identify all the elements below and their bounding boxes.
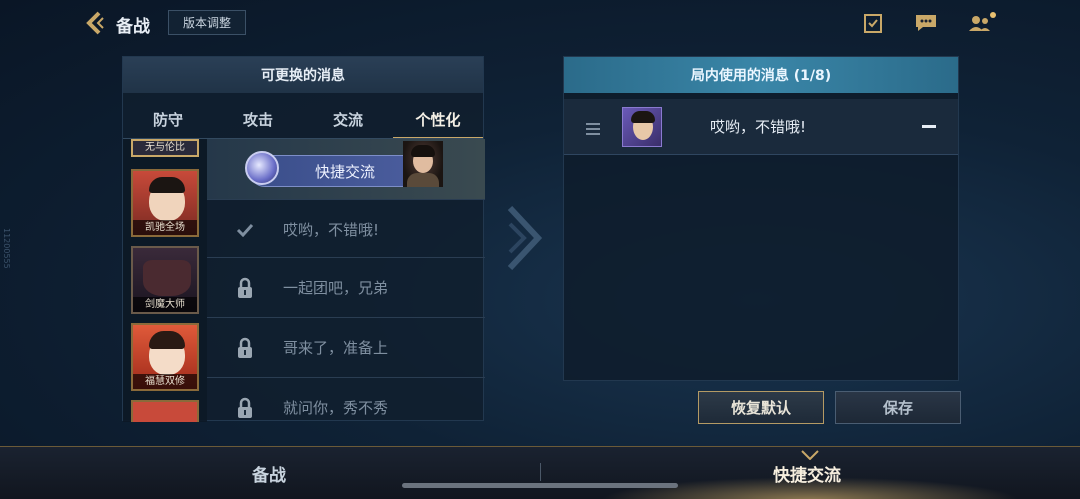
active-tab-marker-icon	[801, 445, 819, 461]
avatar	[143, 260, 191, 296]
character-name: 福慧双修	[133, 374, 197, 389]
home-indicator[interactable]	[402, 483, 678, 488]
character-item[interactable]: 无与伦比	[131, 139, 199, 157]
message-item[interactable]: 就问你，秀不秀	[207, 377, 485, 422]
restore-default-button[interactable]: 恢复默认	[698, 391, 824, 424]
task-checklist-icon[interactable]	[860, 10, 886, 36]
replaceable-messages-title: 可更换的消息	[123, 57, 483, 93]
lock-icon	[207, 277, 283, 299]
replaceable-messages-panel: 可更换的消息 防守 攻击 交流 个性化 无与伦比 凯驰全场 剑魔大师 福慧双修 …	[122, 56, 485, 422]
remove-icon[interactable]	[922, 125, 936, 128]
page-title: 备战	[116, 17, 150, 37]
character-name: 凯驰全场	[133, 220, 197, 235]
build-id-label: 11200555	[2, 228, 11, 269]
in-game-messages-panel: 局内使用的消息 (1/8) 哎哟，不错哦!	[563, 56, 959, 381]
avatar	[622, 107, 662, 147]
message-text: 哎哟，不错哦!	[283, 221, 380, 239]
version-adjust-button[interactable]: 版本调整	[168, 10, 246, 35]
message-text: 哥来了，准备上	[283, 339, 389, 357]
bottom-tab-quick-chat[interactable]: 快捷交流	[773, 461, 841, 486]
quick-chat-emblem-icon	[245, 151, 279, 185]
bottom-tab-prepare[interactable]: 备战	[252, 461, 286, 486]
character-list[interactable]: 无与伦比 凯驰全场 剑魔大师 福慧双修	[123, 139, 207, 422]
message-text: 哎哟，不错哦!	[710, 118, 807, 136]
avatar-hair	[149, 331, 185, 349]
character-name: 剑魔大师	[133, 297, 197, 312]
tab-divider	[540, 463, 541, 481]
message-text: 一起团吧，兄弟	[283, 279, 389, 297]
avatar	[403, 141, 443, 187]
character-item[interactable]: 剑魔大师	[131, 246, 199, 314]
save-button[interactable]: 保存	[835, 391, 961, 424]
message-list[interactable]: 快捷交流 哎哟，不错哦! 一起团吧，兄弟 哥来了，准备上 就问你，秀不秀	[207, 139, 485, 422]
lock-icon	[207, 397, 283, 419]
character-item[interactable]: 凯驰全场	[131, 169, 199, 237]
tab-communication[interactable]: 交流	[303, 101, 393, 139]
tab-defense[interactable]: 防守	[123, 101, 213, 139]
quick-chat-header: 快捷交流	[207, 139, 485, 199]
tab-attack[interactable]: 攻击	[213, 101, 303, 139]
transfer-arrow-icon	[506, 205, 543, 271]
friends-icon[interactable]	[966, 10, 1000, 36]
in-game-messages-title: 局内使用的消息 (1/8)	[564, 57, 958, 93]
check-icon	[207, 223, 283, 237]
character-item[interactable]	[131, 400, 199, 422]
avatar-hair	[149, 177, 185, 193]
tab-personalized[interactable]: 个性化	[393, 101, 483, 139]
bottom-tab-bar: 备战 快捷交流	[0, 446, 1080, 499]
message-item[interactable]: 哥来了，准备上	[207, 317, 485, 377]
character-item[interactable]: 福慧双修	[131, 323, 199, 391]
message-text: 就问你，秀不秀	[283, 399, 389, 417]
drag-handle-icon[interactable]	[586, 120, 600, 135]
back-arrow-icon[interactable]	[82, 10, 108, 36]
in-game-message-item[interactable]: 哎哟，不错哦!	[564, 99, 958, 155]
message-item[interactable]: 一起团吧，兄弟	[207, 257, 485, 317]
chat-icon[interactable]	[913, 10, 939, 36]
lock-icon	[207, 337, 283, 359]
category-tabs: 防守 攻击 交流 个性化	[123, 101, 483, 139]
message-item[interactable]: 哎哟，不错哦!	[207, 199, 485, 259]
